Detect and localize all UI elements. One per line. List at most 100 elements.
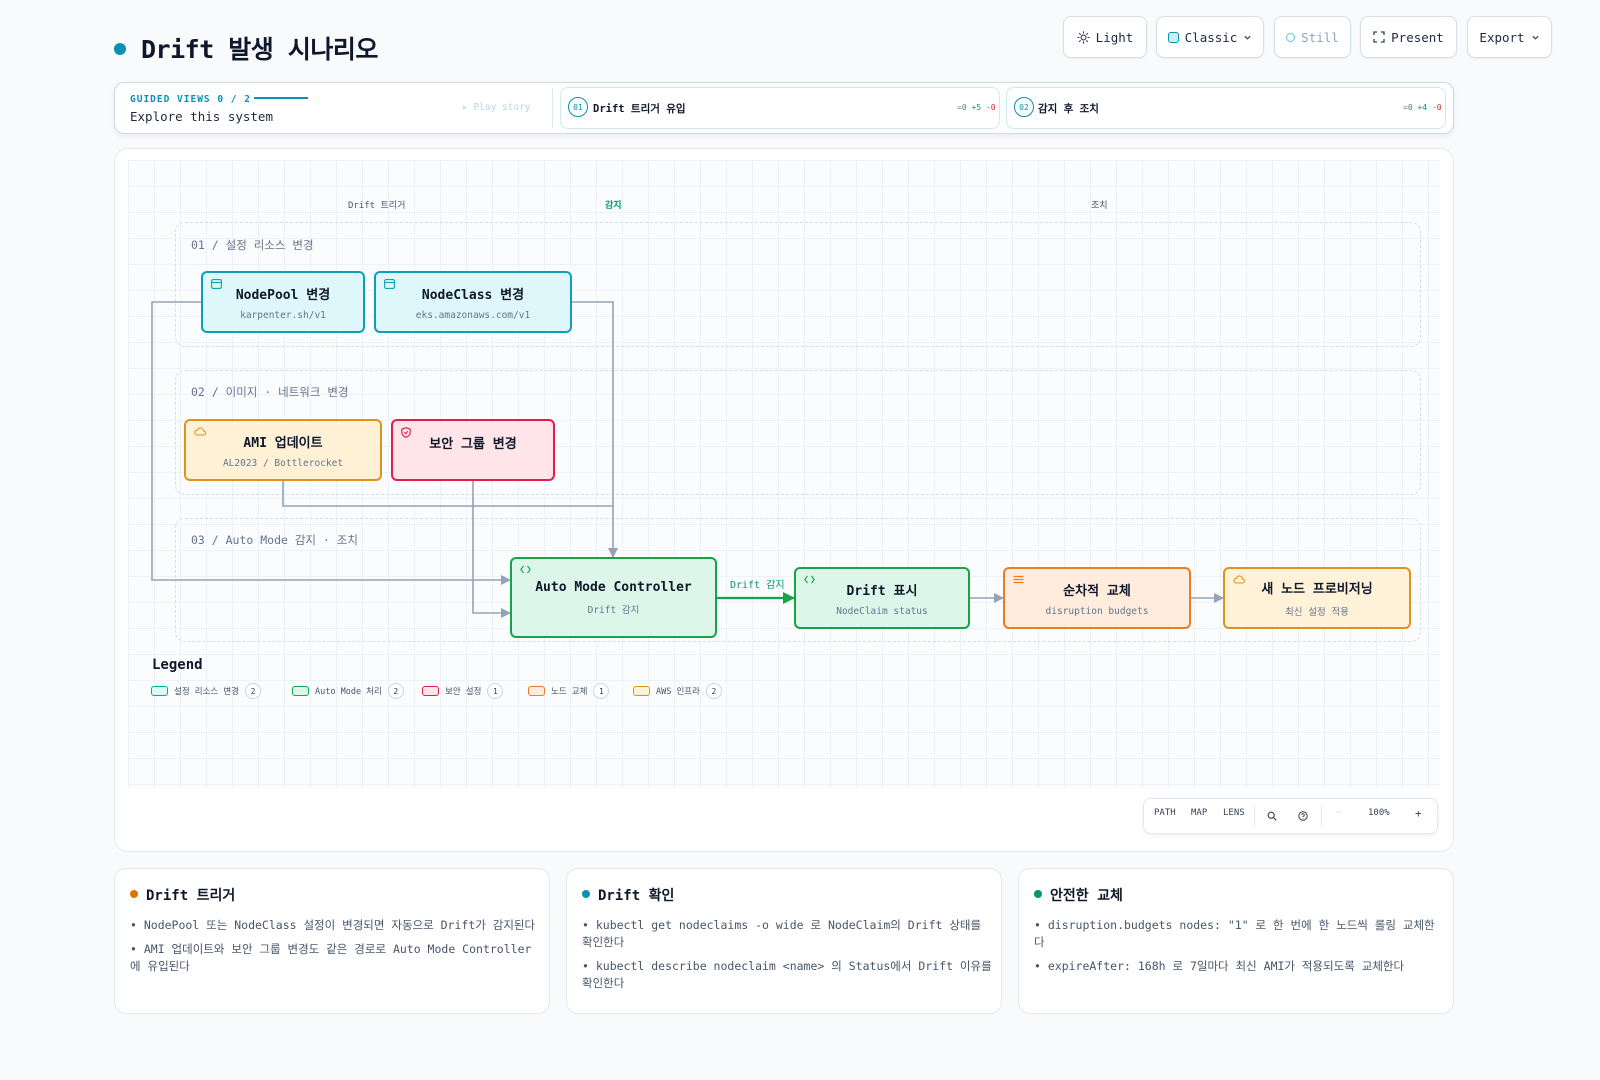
legend-item[interactable]: 노드 교체 1 xyxy=(528,683,610,699)
motion-circle-icon xyxy=(1286,32,1296,42)
card-dot xyxy=(1034,890,1042,898)
export-button[interactable]: Export xyxy=(1467,16,1552,58)
node-subtitle: Drift 감지 xyxy=(587,604,640,616)
card-list-item: • AMI 업데이트와 보안 그룹 변경도 같은 경로로 Auto Mode C… xyxy=(130,942,532,973)
legend-swatch xyxy=(151,686,168,696)
style-label: Classic xyxy=(1184,29,1238,45)
motion-toggle-button[interactable]: Still xyxy=(1274,16,1351,58)
legend-count: 2 xyxy=(244,683,261,699)
present-button[interactable]: Present xyxy=(1360,16,1457,58)
chevron-down-icon xyxy=(1531,35,1539,40)
sun-icon xyxy=(1076,30,1090,44)
node-title: AMI 업데이트 xyxy=(243,435,323,451)
shield-icon xyxy=(401,427,411,438)
legend-count: 1 xyxy=(487,683,504,699)
node-nodeclass[interactable]: NodeClass 변경 eks.amazonaws.com/v1 xyxy=(374,271,572,333)
chevron-down-icon xyxy=(1244,35,1251,40)
guided-divider xyxy=(552,88,553,128)
guided-views-heading: GUIDED VIEWS 0 / 2 xyxy=(130,94,251,105)
group-title: 03 / Auto Mode 감지 · 조치 xyxy=(191,533,358,547)
canvas-toolbar xyxy=(1143,798,1438,834)
legend-count: 2 xyxy=(705,683,722,699)
node-title: 보안 그룹 변경 xyxy=(429,437,517,452)
card-list-item: • kubectl describe nodeclaim <name> 의 St… xyxy=(582,959,992,990)
zoom-in-button[interactable]: + xyxy=(1415,807,1422,820)
style-select-button[interactable]: Classic xyxy=(1156,16,1264,58)
map-mode-button[interactable]: MAP xyxy=(1191,808,1207,818)
node-title: NodePool 변경 xyxy=(235,287,331,303)
node-ami-update[interactable]: AMI 업데이트 AL2023 / Bottlerocket xyxy=(184,419,382,481)
node-rolling-replace[interactable]: 순차적 교체 disruption budgets xyxy=(1003,567,1191,629)
legend-count: 1 xyxy=(593,683,610,699)
lens-mode-button[interactable]: LENS xyxy=(1223,808,1245,818)
node-drift-status[interactable]: Drift 표시 NodeClaim status xyxy=(794,567,970,629)
node-subtitle: disruption budgets xyxy=(1045,605,1149,617)
legend-title: Legend xyxy=(152,657,203,673)
legend-item[interactable]: 보안 설정 1 xyxy=(422,683,504,699)
legend-item[interactable]: 설정 리소스 변경 2 xyxy=(151,683,261,699)
card-title: Drift 트리거 xyxy=(146,888,236,904)
stat-added: +4 xyxy=(1417,103,1428,112)
legend-item[interactable]: Auto Mode 처리 2 xyxy=(292,683,404,699)
stat-unchanged: =0 xyxy=(1403,103,1413,112)
legend-swatch xyxy=(633,686,650,696)
theme-label: Light xyxy=(1095,29,1134,45)
help-icon[interactable] xyxy=(1298,811,1308,821)
code-icon xyxy=(804,575,815,584)
card-title: Drift 확인 xyxy=(598,888,675,904)
node-nodepool[interactable]: NodePool 변경 karpenter.sh/v1 xyxy=(201,271,365,333)
cloud-icon xyxy=(194,427,206,436)
node-auto-mode-controller[interactable]: Auto Mode Controller Drift 감지 xyxy=(510,557,717,638)
play-story-button[interactable]: ▸ Play story xyxy=(462,102,531,113)
node-subtitle: AL2023 / Bottlerocket xyxy=(222,457,344,469)
group-title: 01 / 설정 리소스 변경 xyxy=(191,238,314,252)
legend-label: 보안 설정 xyxy=(445,687,482,697)
legend-label: 노드 교체 xyxy=(551,687,588,697)
legend-swatch xyxy=(528,686,545,696)
stat-unchanged: =0 xyxy=(957,103,967,112)
toolbar-divider xyxy=(1321,806,1322,826)
guided-view-stats: =0 +5 -0 xyxy=(957,103,996,112)
node-new-provisioning[interactable]: 새 노드 프로비저닝 최신 설정 적용 xyxy=(1223,567,1411,629)
node-title: NodeClass 변경 xyxy=(421,287,525,303)
edge-label-drift-detect: Drift 감지 xyxy=(730,580,785,591)
title-dot xyxy=(114,43,126,55)
legend-count: 2 xyxy=(387,683,404,699)
card-list-item: • NodePool 또는 NodeClass 설정이 변경되면 자동으로 Dr… xyxy=(130,918,536,932)
column-label-detect: 감지 xyxy=(605,201,622,211)
search-icon[interactable] xyxy=(1267,811,1277,821)
list-icon xyxy=(1013,575,1024,584)
cloud-icon xyxy=(1233,575,1245,584)
legend-item[interactable]: AWS 인프라 2 xyxy=(633,683,722,699)
guided-view-number: 01 xyxy=(568,97,588,117)
card-list: • disruption.budgets nodes: "1" 로 한 번에 한… xyxy=(1034,917,1444,982)
card-dot xyxy=(582,890,590,898)
node-title: Auto Mode Controller xyxy=(535,579,692,595)
legend-label: 설정 리소스 변경 xyxy=(174,687,239,697)
legend-label: Auto Mode 처리 xyxy=(315,687,382,697)
guided-view-stats: =0 +4 -0 xyxy=(1403,103,1442,112)
zoom-level: 100% xyxy=(1368,808,1390,818)
guided-view-label: 감지 후 조치 xyxy=(1038,103,1099,115)
guided-views-progress xyxy=(254,97,308,99)
legend-swatch xyxy=(422,686,439,696)
stat-added: +5 xyxy=(971,103,982,112)
group-title: 02 / 이미지 · 네트워크 변경 xyxy=(191,385,349,399)
export-label: Export xyxy=(1479,29,1525,45)
path-mode-button[interactable]: PATH xyxy=(1154,808,1176,818)
guided-view-label: Drift 트리거 유입 xyxy=(593,103,686,115)
node-subtitle: NodeClaim status xyxy=(836,605,928,617)
toolbar-divider xyxy=(1254,806,1255,826)
theme-toggle-button[interactable]: Light xyxy=(1063,16,1147,58)
node-security-group[interactable]: 보안 그룹 변경 xyxy=(391,419,555,481)
card-list: • kubectl get nodeclaims -o wide 로 NodeC… xyxy=(582,917,992,999)
guided-view-number: 02 xyxy=(1014,97,1034,117)
card-list-item: • disruption.budgets nodes: "1" 로 한 번에 한… xyxy=(1034,918,1435,949)
legend-swatch xyxy=(292,686,309,696)
node-title: 새 노드 프로비저닝 xyxy=(1261,582,1373,597)
node-subtitle: eks.amazonaws.com/v1 xyxy=(415,309,531,321)
column-label-action: 조치 xyxy=(1091,201,1108,211)
node-title: 순차적 교체 xyxy=(1063,583,1131,599)
zoom-out-button[interactable]: − xyxy=(1336,808,1341,818)
card-list-item: • kubectl get nodeclaims -o wide 로 NodeC… xyxy=(582,918,982,949)
